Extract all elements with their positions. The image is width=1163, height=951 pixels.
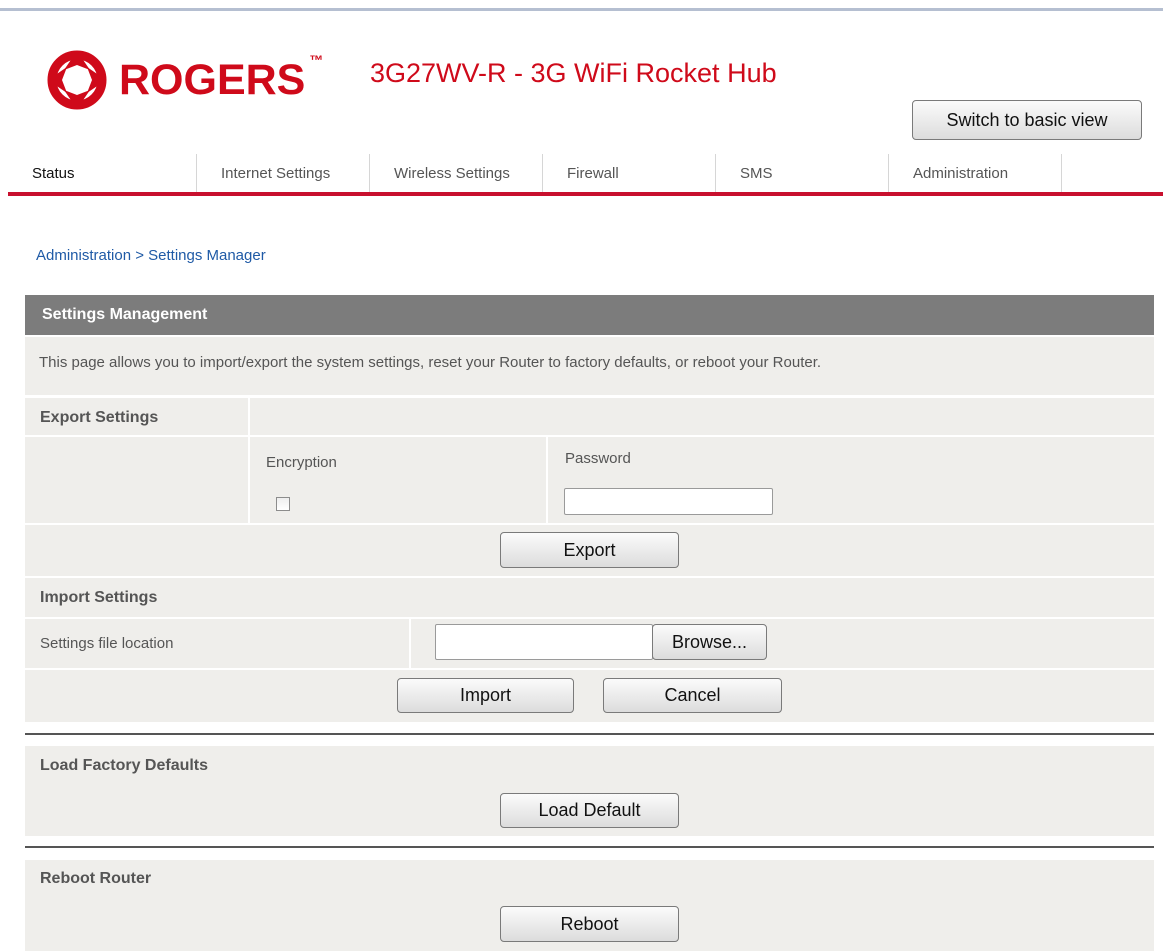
main-nav: Status Internet Settings Wireless Settin… <box>8 154 1062 192</box>
column-separator <box>409 619 411 668</box>
import-button[interactable]: Import <box>397 678 574 713</box>
column-separator <box>248 437 250 523</box>
import-settings-header-row: Import Settings <box>25 578 1154 617</box>
cancel-button[interactable]: Cancel <box>603 678 782 713</box>
nav-underline <box>8 192 1163 196</box>
rogers-logo: ROGERS ™ <box>45 48 323 112</box>
encryption-label: Encryption <box>266 454 337 471</box>
factory-defaults-title: Load Factory Defaults <box>40 757 209 774</box>
import-settings-title: Import Settings <box>40 589 158 606</box>
export-settings-title: Export Settings <box>40 409 159 426</box>
tab-internet-settings[interactable]: Internet Settings <box>197 154 370 192</box>
export-settings-header-row: Export Settings <box>25 398 1154 435</box>
tab-label: SMS <box>740 164 773 182</box>
import-buttons-row: Import Cancel <box>25 670 1154 722</box>
password-field[interactable] <box>564 488 773 515</box>
brand-name: ROGERS <box>119 55 306 104</box>
column-separator <box>546 437 548 523</box>
section-divider <box>25 733 1154 735</box>
export-settings-fields-row: Encryption Password <box>25 437 1154 523</box>
panel-title: Settings Management <box>25 295 1154 335</box>
breadcrumb[interactable]: Administration > Settings Manager <box>36 247 266 264</box>
reboot-button[interactable]: Reboot <box>500 906 679 942</box>
export-button-row: Export <box>25 525 1154 576</box>
export-button[interactable]: Export <box>500 532 679 568</box>
import-file-row: Settings file location Browse... <box>25 619 1154 668</box>
tab-label: Internet Settings <box>221 164 331 182</box>
tab-firewall[interactable]: Firewall <box>543 154 716 192</box>
encryption-checkbox[interactable] <box>276 497 290 511</box>
browse-button[interactable]: Browse... <box>652 624 767 660</box>
tab-status[interactable]: Status <box>8 154 197 192</box>
top-border <box>0 8 1163 11</box>
reboot-router-title: Reboot Router <box>40 870 152 887</box>
tab-label: Administration <box>913 164 1009 182</box>
section-divider <box>25 846 1154 848</box>
product-title: 3G27WV-R - 3G WiFi Rocket Hub <box>370 58 777 88</box>
password-label: Password <box>565 450 631 467</box>
brand-trademark: ™ <box>309 52 324 68</box>
tab-label: Firewall <box>567 164 619 182</box>
load-default-button[interactable]: Load Default <box>500 793 679 828</box>
factory-defaults-section: Load Factory Defaults Load Default <box>25 746 1154 836</box>
tab-administration[interactable]: Administration <box>889 154 1062 192</box>
tab-label: Wireless Settings <box>394 164 510 182</box>
switch-to-basic-view-button[interactable]: Switch to basic view <box>912 100 1142 140</box>
tab-wireless-settings[interactable]: Wireless Settings <box>370 154 543 192</box>
tab-sms[interactable]: SMS <box>716 154 889 192</box>
tab-label: Status <box>32 164 75 182</box>
panel-description: This page allows you to import/export th… <box>39 354 822 371</box>
settings-file-input[interactable] <box>435 624 653 660</box>
description-row: This page allows you to import/export th… <box>25 337 1154 395</box>
panel-title-text: Settings Management <box>42 306 208 323</box>
rogers-logo-icon <box>47 50 107 110</box>
settings-file-location-label: Settings file location <box>40 635 174 652</box>
column-separator <box>248 398 250 435</box>
reboot-router-section: Reboot Router Reboot <box>25 860 1154 951</box>
